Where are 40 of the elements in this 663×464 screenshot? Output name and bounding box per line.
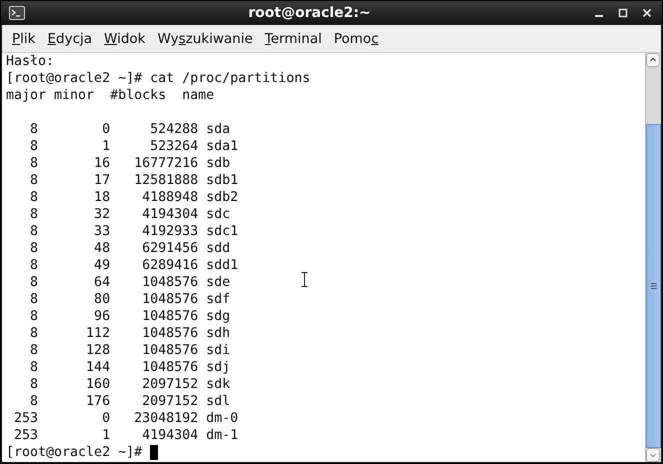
terminal-prompt: [root@oracle2 ~]# (6, 444, 144, 461)
terminal-line: 8 49 6289416 sdd1 (29, 257, 238, 274)
terminal-line: 8 0 524288 sda (29, 121, 230, 138)
text-cursor-icon (301, 272, 308, 287)
scroll-thumb[interactable] (646, 124, 661, 448)
terminal-line: Hasło: (6, 53, 54, 70)
menu-item[interactable]: Wyszukiwanie (152, 30, 259, 46)
menu-item[interactable]: Terminal (258, 30, 328, 46)
scroll-down-icon[interactable] (646, 448, 660, 462)
terminal-line: 8 64 1048576 sde (29, 274, 230, 291)
text-cursor (150, 445, 158, 460)
terminal-line: 8 18 4188948 sdb2 (29, 189, 238, 206)
terminal-line: 253 1 4194304 dm-1 (13, 427, 238, 444)
grip-icon (650, 283, 656, 290)
terminal-icon (9, 6, 25, 20)
terminal-line: 8 17 12581888 sdb1 (29, 172, 238, 189)
terminal-line: major minor #blocks name (6, 87, 214, 104)
terminal-line: 8 1 523264 sda1 (29, 138, 238, 155)
terminal-line: 8 144 1048576 sdj (29, 359, 230, 376)
terminal-line: 8 16 16777216 sdb (29, 155, 230, 172)
menu-item[interactable]: Plik (6, 30, 42, 46)
terminal-line: [root@oracle2 ~]# cat /proc/partitions (6, 70, 310, 87)
terminal-line: 8 96 1048576 sdg (29, 308, 230, 325)
terminal-line: 253 0 23048192 dm-0 (13, 410, 238, 427)
menu-item[interactable]: Widok (98, 30, 152, 46)
terminal-line: 8 33 4192933 sdc1 (29, 223, 238, 240)
terminal-line: 8 48 6291456 sdd (29, 240, 230, 257)
terminal-line: 8 112 1048576 sdh (29, 325, 230, 342)
maximize-icon[interactable] (618, 8, 628, 18)
terminal-line: 8 32 4194304 sdc (29, 206, 230, 223)
terminal-line: 8 160 2097152 sdk (29, 376, 230, 393)
terminal-line: 8 128 1048576 sdi (29, 342, 230, 359)
scroll-bar[interactable] (645, 53, 661, 462)
close-icon[interactable] (642, 8, 652, 18)
menu-item[interactable]: Pomoc (328, 30, 385, 46)
scroll-up-icon[interactable] (646, 53, 660, 67)
terminal-line: 8 176 2097152 sdl (29, 393, 230, 410)
menu-item[interactable]: Edycja (41, 30, 98, 46)
terminal-line: 8 80 1048576 sdf (29, 291, 230, 308)
window-title: root@oracle2:~ (247, 5, 372, 21)
